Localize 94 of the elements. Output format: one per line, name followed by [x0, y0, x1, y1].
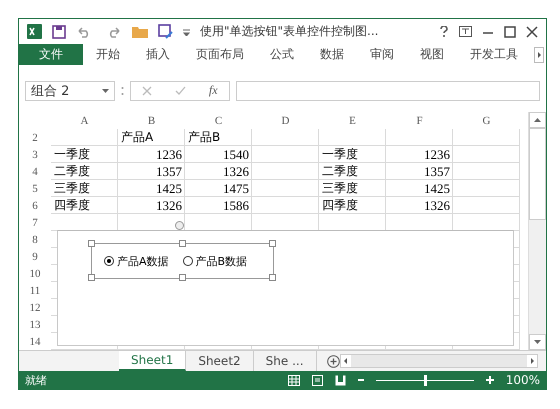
- table-cell-text: 产品A: [120, 129, 154, 146]
- zoom-level: 100%: [506, 373, 540, 388]
- radio-option[interactable]: 产品A数据: [104, 254, 169, 269]
- check-icon[interactable]: [175, 86, 186, 96]
- table-cell-text: 1236: [155, 146, 183, 164]
- help-icon[interactable]: [439, 26, 449, 38]
- excel-logo-icon: [27, 24, 42, 40]
- add-sheet-icon[interactable]: [326, 354, 340, 368]
- row-header[interactable]: 9: [19, 248, 51, 266]
- option-group[interactable]: 产品A数据 产品B数据: [91, 243, 274, 280]
- ribbon-tab[interactable]: 开始: [83, 44, 133, 66]
- radio-option[interactable]: 产品B数据: [182, 254, 248, 269]
- ribbon-tab[interactable]: 视图: [407, 44, 457, 66]
- scroll-right-icon[interactable]: [527, 355, 537, 368]
- table-cell-text: 1326: [155, 197, 183, 214]
- column-header[interactable]: C: [185, 112, 252, 130]
- scroll-thumb[interactable]: [529, 128, 546, 220]
- row-header[interactable]: 11: [19, 282, 51, 300]
- zoom-out-icon[interactable]: [358, 379, 364, 382]
- ribbon-tab[interactable]: 插入: [133, 44, 183, 66]
- chart-object[interactable]: 产品A数据 产品B数据: [57, 230, 514, 346]
- scroll-right-icon[interactable]: [534, 46, 544, 63]
- table-cell-text: 1357: [155, 163, 183, 180]
- maximize-icon[interactable]: [504, 26, 516, 38]
- table-cell-text: 四季度: [321, 197, 359, 214]
- column-header[interactable]: G: [453, 112, 520, 130]
- grip-icon: [121, 86, 124, 96]
- scroll-down-icon[interactable]: [534, 340, 541, 344]
- row-header[interactable]: 4: [19, 163, 51, 180]
- resize-handle[interactable]: [269, 274, 276, 282]
- table-cell-text: 三季度: [321, 180, 359, 198]
- ribbon-tab[interactable]: 数据: [307, 44, 357, 66]
- ribbon-display-icon[interactable]: [459, 26, 472, 38]
- ribbon-tab[interactable]: 开发工具: [457, 44, 531, 66]
- resize-handle[interactable]: [178, 274, 186, 282]
- table-cell-text: 1586: [222, 197, 250, 214]
- insert-function-button[interactable]: fx: [208, 83, 218, 98]
- row-header[interactable]: 3: [19, 146, 51, 164]
- table-cell-text: 二季度: [53, 163, 91, 180]
- window-title: 使用"单选按钮"表单控件控制图...: [200, 23, 380, 40]
- ribbon-tab[interactable]: 页面布局: [183, 44, 257, 66]
- ribbon-tab[interactable]: 公式: [257, 44, 307, 66]
- column-header[interactable]: B: [118, 112, 185, 130]
- resize-handle[interactable]: [269, 240, 276, 248]
- row-header[interactable]: 14: [19, 333, 51, 350]
- table-cell-text: 产品B: [187, 129, 222, 146]
- dropdown-icon: [102, 88, 109, 93]
- row-header[interactable]: 13: [19, 316, 51, 334]
- column-header[interactable]: F: [386, 112, 453, 130]
- save-as-icon[interactable]: [158, 24, 173, 40]
- column-header[interactable]: A: [51, 112, 118, 130]
- scroll-left-icon[interactable]: [340, 355, 351, 368]
- sheet-tab[interactable]: Sheet1: [119, 351, 186, 372]
- table-cell-text: 二季度: [321, 163, 359, 180]
- rotate-handle-icon[interactable]: [175, 221, 184, 230]
- row-header[interactable]: 6: [19, 197, 51, 214]
- table-cell-text: 一季度: [321, 146, 359, 164]
- table-cell-text: 1326: [222, 163, 250, 180]
- customize-icon[interactable]: [183, 28, 190, 36]
- row-header[interactable]: 10: [19, 265, 51, 282]
- page-break-icon[interactable]: [334, 374, 346, 386]
- column-header[interactable]: E: [319, 112, 386, 130]
- table-cell-text: 1425: [423, 180, 451, 198]
- resize-handle[interactable]: [88, 240, 95, 248]
- table-cell-text: 1357: [423, 163, 451, 180]
- ribbon-tab[interactable]: 审阅: [357, 44, 407, 66]
- table-cell-text: 1236: [423, 146, 451, 164]
- row-header[interactable]: 12: [19, 299, 51, 316]
- horizontal-scrollbar[interactable]: [340, 354, 538, 368]
- table-cell-text: 三季度: [53, 180, 91, 198]
- status-text: 就绪: [25, 372, 47, 388]
- table-cell-text: 1425: [155, 180, 183, 198]
- close-icon[interactable]: [526, 26, 538, 38]
- name-box[interactable]: 组合 2: [25, 80, 115, 101]
- table-cell-text: 1475: [222, 180, 250, 198]
- save-icon[interactable]: [52, 24, 66, 39]
- zoom-thumb[interactable]: [424, 374, 427, 386]
- row-header[interactable]: 2: [19, 129, 51, 146]
- table-cell-text: 1326: [423, 197, 451, 214]
- page-layout-icon[interactable]: [312, 374, 323, 386]
- table-cell-text: 一季度: [53, 146, 91, 164]
- formula-input[interactable]: [236, 80, 540, 101]
- normal-view-icon[interactable]: [288, 374, 300, 386]
- resize-handle[interactable]: [88, 274, 95, 282]
- table-cell-text: 1540: [222, 146, 250, 164]
- row-header[interactable]: 8: [19, 231, 51, 248]
- column-header[interactable]: D: [252, 112, 319, 130]
- file-tab[interactable]: 文件: [19, 44, 83, 66]
- zoom-in-icon[interactable]: [486, 376, 494, 384]
- row-header[interactable]: 7: [19, 214, 51, 232]
- row-header[interactable]: 5: [19, 180, 51, 198]
- table-cell-text: 四季度: [53, 197, 91, 214]
- scroll-up-icon[interactable]: [534, 118, 541, 122]
- resize-handle[interactable]: [178, 240, 186, 248]
